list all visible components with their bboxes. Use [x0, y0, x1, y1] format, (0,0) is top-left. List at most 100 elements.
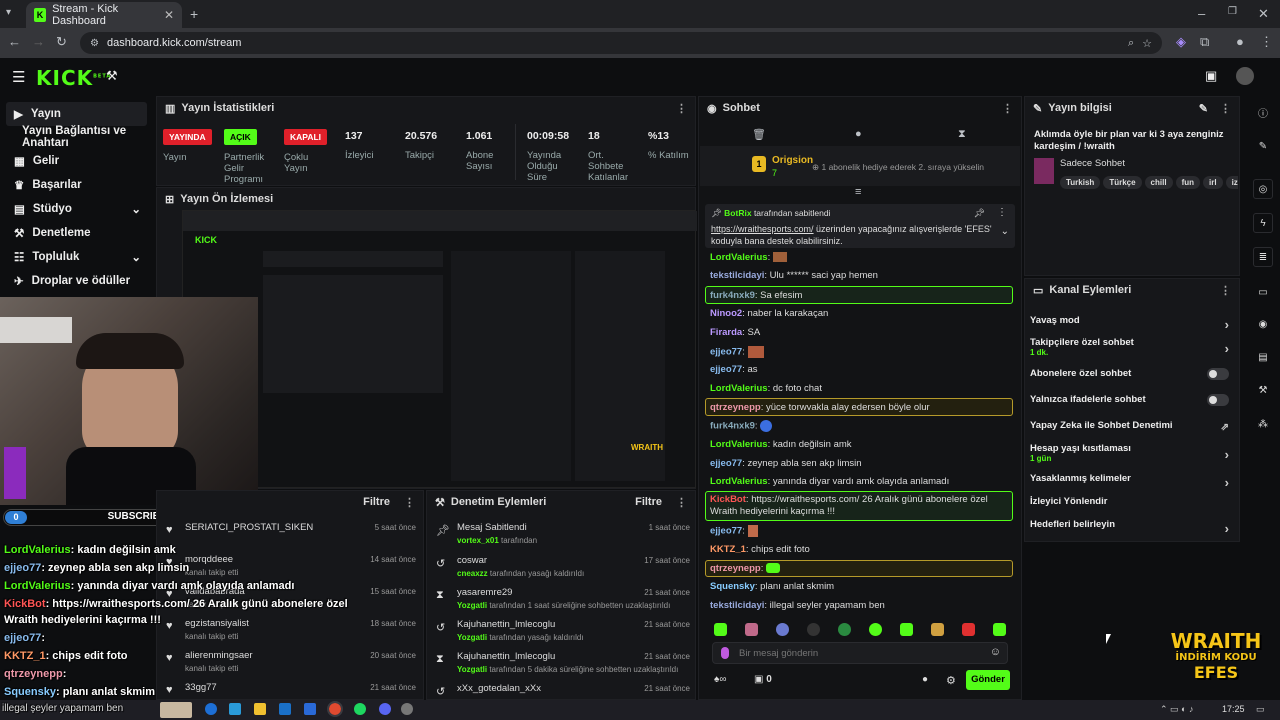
minimize-icon[interactable]: – [1198, 6, 1205, 21]
send-button[interactable]: Gönder [966, 670, 1010, 690]
action-slow-mode[interactable]: Yavaş mod › [1030, 315, 1235, 332]
reload-icon[interactable]: ↻ [56, 34, 67, 50]
emote-icon[interactable] [900, 622, 913, 636]
chat-message[interactable]: tekstilcidayi: illegal seyler yapamam be… [710, 600, 1015, 612]
mod-menu-icon[interactable]: ⋮ [676, 496, 687, 509]
chat-icon[interactable]: ▭ [1253, 282, 1273, 302]
action-goals[interactable]: Hedefleri belirleyin › [1030, 519, 1235, 536]
layout-icon[interactable]: ▤ [1253, 347, 1273, 367]
hourglass-icon[interactable]: ⧗ [958, 128, 966, 141]
edge-icon[interactable] [205, 703, 217, 715]
action-sub-only[interactable]: Abonelere özel sohbet [1030, 368, 1235, 382]
restore-icon[interactable]: ❐ [1228, 6, 1237, 17]
bookmark-star-icon[interactable]: ☆ [1142, 37, 1152, 50]
chat-bubble-icon[interactable]: ● [855, 128, 862, 140]
profile-icon[interactable]: ● [1236, 34, 1244, 49]
unpin-icon[interactable]: 📌︎ [974, 208, 985, 219]
emote-icon[interactable] [807, 622, 820, 636]
folder-icon[interactable] [254, 703, 266, 715]
sidebar-item-gelir[interactable]: ▦ Gelir [6, 149, 147, 173]
points-display[interactable]: ▣ 0 [754, 674, 772, 685]
chat-message[interactable]: qtrzeynepp: [710, 563, 1015, 577]
back-icon[interactable]: ← [8, 34, 21, 49]
chat-message[interactable]: Ninoo2: naber la karakaçan [710, 308, 1015, 320]
chrome-icon[interactable] [327, 701, 343, 717]
sidebar-item-droplar[interactable]: ✈ Droplar ve ödüller [6, 269, 147, 293]
channel-actions-menu-icon[interactable]: ⋮ [1220, 284, 1231, 297]
chat-message[interactable]: KKTZ_1: chips edit foto [710, 544, 1015, 556]
extensions-puzzle-icon[interactable]: ⧉ [1200, 34, 1209, 50]
chat-message[interactable]: ejjeo77: [710, 346, 1015, 360]
chat-message[interactable]: furk4nxk9: Sa efesim [710, 290, 1015, 302]
action-follower-only[interactable]: Takipçilere özel sohbet 1 dk. › [1030, 337, 1235, 359]
chat-message[interactable]: LordValerius: [710, 252, 1015, 264]
action-emote-only[interactable]: Yalnızca ifadelerle sohbet [1030, 394, 1235, 408]
chat-input[interactable]: ☺ [712, 642, 1008, 664]
edit-pencil-icon[interactable]: ✎ [1199, 102, 1208, 115]
stream-preview-video[interactable]: KICK WRAITH [182, 210, 697, 488]
emote-only-toggle[interactable] [1207, 394, 1229, 406]
sidebar-item-denetleme[interactable]: ⚒ Denetleme [6, 221, 147, 245]
followers-filter[interactable]: Filtre [363, 496, 390, 508]
notification-icon[interactable]: ▭ [1256, 704, 1265, 715]
sidebar-item-basarilar[interactable]: ♛ Başarılar [6, 173, 147, 197]
community-icon[interactable]: ⁂ [1253, 414, 1273, 434]
camera-icon[interactable]: ◎ [1253, 179, 1273, 199]
chat-message[interactable]: furk4nxk9: [710, 420, 1015, 434]
info-icon[interactable]: ⓘ [1253, 102, 1273, 122]
lightning-icon[interactable]: ϟ [1253, 213, 1273, 233]
emote-icon[interactable] [931, 622, 944, 636]
chat-message[interactable]: qtrzeynepp: yüce torwvakla alay edersen … [710, 402, 1015, 414]
mod-action-row[interactable]: ↺ xXx_gotedalan_xXx 21 saat önce [432, 681, 694, 699]
hamburger-menu-icon[interactable]: ☰ [12, 68, 25, 86]
mod-action-row[interactable]: ↺ Kajuhanettin_lmlecoglu Yozgatli tarafınd… [432, 617, 694, 649]
emote-icon[interactable] [838, 622, 851, 636]
tag[interactable]: irl [1203, 176, 1223, 189]
follower-row[interactable]: ♥ SERIATCI_PROSTATI_SIKEN 5 saat önce [160, 520, 420, 552]
settings-gear-icon[interactable]: ⚙ [946, 674, 956, 687]
broadcast-icon[interactable]: ◉ [1253, 314, 1273, 334]
close-window-icon[interactable]: ✕ [1258, 6, 1269, 22]
follower-row[interactable]: ♥ alierenmingsaer kanalı takip etti 20 saat… [160, 648, 420, 680]
discord-icon[interactable] [379, 703, 391, 715]
chat-message-field[interactable] [739, 645, 979, 661]
follower-row[interactable]: ♥ egzistansiyalist kanalı takip etti 18 saa… [160, 616, 420, 648]
browser-tab[interactable]: K Stream - Kick Dashboard ✕ [26, 2, 182, 28]
mod-action-row[interactable]: ⧗ yasaremre29 Yozgatli tarafından 1 saat s… [432, 585, 694, 617]
community-points-icon[interactable]: ♠∞ [714, 674, 726, 685]
chat-message[interactable]: Squensky: planı anlat skmim [710, 581, 1015, 593]
emote-icon[interactable] [745, 622, 758, 636]
sidebar-item-studyo[interactable]: ▤ Stüdyo ⌄ [6, 197, 147, 221]
taskbar-thumbnail[interactable] [160, 702, 192, 718]
chat-message[interactable]: tekstilcidayi: Ulu ****** saci yap hemen [710, 270, 1015, 282]
chat-message[interactable]: ejjeo77: as [710, 364, 1015, 376]
zoom-icon[interactable]: ⌕ [1128, 37, 1134, 50]
broadcast-icon[interactable]: ▣ [1205, 68, 1217, 84]
app-icon[interactable] [229, 703, 241, 715]
stats-menu-icon[interactable]: ⋮ [676, 102, 687, 115]
mod-action-row[interactable]: 📌︎ Mesaj Sabitlendi vortex_x01 tarafından 1… [432, 520, 694, 552]
address-bar[interactable]: ⚙ dashboard.kick.com/stream ⌕ ☆ [80, 32, 1162, 54]
tag[interactable]: chill [1144, 176, 1173, 189]
emote-icon[interactable] [776, 622, 789, 636]
tab-list-icon[interactable]: ▾ [6, 7, 11, 18]
mail-icon[interactable] [279, 703, 291, 715]
chat-message[interactable]: LordValerius: kadın değilsin amk [710, 439, 1015, 451]
action-account-age[interactable]: Hesap yaşı kısıtlaması 1 gün › [1030, 443, 1235, 465]
sidebar-item-yayin[interactable]: ▶ Yayın [6, 102, 147, 126]
sidebar-item-topluluk[interactable]: ☷ Topluluk ⌄ [6, 245, 147, 269]
category-thumbnail[interactable] [1034, 158, 1054, 184]
mod-action-row[interactable]: ↺ coswar cneaxzz tarafından yasağı kaldırı… [432, 553, 694, 585]
chat-users-icon[interactable]: ● [922, 674, 928, 685]
emote-icon[interactable] [869, 622, 882, 636]
app-icon[interactable] [401, 703, 413, 715]
app-icon[interactable] [304, 703, 316, 715]
tag[interactable]: izm [1225, 176, 1238, 189]
tag[interactable]: Turkish [1060, 176, 1101, 189]
mod-action-row[interactable]: ⧗ Kajuhanettin_lmlecoglu Yozgatli tarafınd… [432, 649, 694, 681]
system-tray-icons[interactable]: ⌃ ▭ ◐ ♪ [1160, 704, 1193, 715]
chevron-down-icon[interactable]: ⌄ [1001, 226, 1009, 237]
tag[interactable]: fun [1175, 176, 1200, 189]
avatar[interactable] [1236, 67, 1254, 85]
chat-message[interactable]: ejjeo77: [710, 525, 1015, 539]
